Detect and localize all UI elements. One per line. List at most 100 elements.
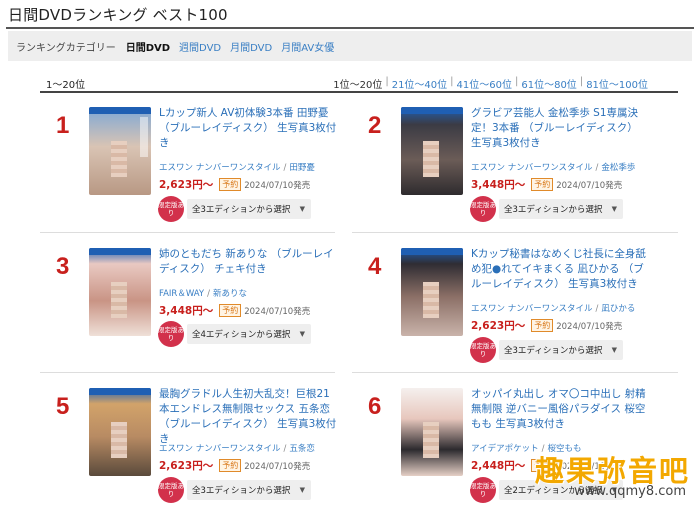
release-date: 2024/07/10発売 — [244, 306, 311, 317]
pager-link-61-80[interactable]: 61位～80位 — [521, 76, 576, 91]
row-divider — [40, 232, 335, 233]
caret-down-icon: ▼ — [611, 346, 617, 354]
actress-link[interactable]: 新ありな — [213, 289, 247, 299]
ranking-item: 1 Lカップ新人 AV初体験3本番 田野憂 （ブルーレイディスク） 生写真3枚付… — [40, 94, 340, 224]
price-line: 2,623円～予約 2024/07/10発売 — [471, 319, 623, 332]
maker-link[interactable]: エスワン ナンバーワンスタイル — [471, 304, 593, 314]
caret-down-icon: ▼ — [299, 205, 305, 213]
caret-down-icon: ▼ — [299, 486, 305, 494]
category-weekly-dvd[interactable]: 週間DVD — [179, 39, 221, 54]
rank-number: 6 — [368, 393, 382, 420]
caret-down-icon: ▼ — [611, 205, 617, 213]
ranking-item: 4 Kカップ秘書はなめくじ社長に全身舐め犯●れてイキまくる 凪ひかる （ブルーレ… — [352, 235, 652, 365]
bluray-band — [89, 107, 151, 114]
current-range: 1～20位 — [46, 80, 86, 91]
pager-link-81-100[interactable]: 81位～100位 — [586, 76, 648, 91]
reserve-badge: 予約 — [219, 459, 242, 472]
ranking-category-bar: ランキングカテゴリー 日間DVD 週間DVD 月間DVD 月間AV女優 — [8, 31, 692, 61]
price: 2,623円 — [159, 460, 203, 472]
price-line: 3,448円～予約 2024/07/10発売 — [159, 304, 311, 317]
ranking-item: 5 最胸グラドル人生初大乱交！巨根21本エンドレス無制限セックス 五条恋 （ブル… — [40, 375, 340, 505]
edition-select[interactable]: 全3エディションから選択 ▼ — [499, 199, 623, 219]
category-monthly-dvd[interactable]: 月間DVD — [230, 39, 272, 54]
product-meta: FAIR＆WAY / 新ありな — [159, 289, 248, 299]
title-divider — [6, 27, 694, 29]
rank-number: 5 — [56, 393, 70, 420]
price-line: 3,448円～予約 2024/07/10発売 — [471, 178, 623, 191]
limited-edition-badge: 限定版あり — [470, 196, 496, 222]
mosaic-censor — [423, 141, 439, 177]
edition-select[interactable]: 全3エディションから選択 ▼ — [187, 480, 311, 500]
product-cover-image[interactable] — [89, 388, 151, 476]
pager-link-41-60[interactable]: 41位～60位 — [457, 76, 512, 91]
row-divider — [352, 232, 678, 233]
limited-edition-badge: 限定版あり — [470, 477, 496, 503]
product-title-link[interactable]: グラビア芸能人 金松季歩 S1専属決定！3本番 （ブルーレイディスク） 生写真3… — [471, 106, 649, 151]
reserve-badge: 予約 — [219, 178, 242, 191]
mosaic-censor — [111, 422, 127, 458]
product-title-link[interactable]: 姉のともだち 新ありな （ブルーレイディスク） チェキ付き — [159, 247, 337, 277]
row-divider — [40, 372, 335, 373]
maker-link[interactable]: エスワン ナンバーワンスタイル — [159, 444, 281, 454]
maker-link[interactable]: FAIR＆WAY — [159, 289, 204, 299]
price: 3,448円 — [159, 305, 203, 317]
maker-link[interactable]: エスワン ナンバーワンスタイル — [159, 163, 281, 173]
limited-edition-badge: 限定版あり — [470, 337, 496, 363]
product-cover-image[interactable] — [401, 248, 463, 336]
release-date: 2024/07/10発売 — [556, 321, 623, 332]
product-cover-image[interactable] — [401, 107, 463, 195]
limited-edition-badge: 限定版あり — [158, 321, 184, 347]
category-daily-dvd[interactable]: 日間DVD — [126, 39, 170, 54]
edition-select[interactable]: 全3エディションから選択 ▼ — [499, 340, 623, 360]
row-divider — [352, 372, 678, 373]
rank-number: 4 — [368, 253, 382, 280]
caret-down-icon: ▼ — [299, 330, 305, 338]
mosaic-censor — [111, 141, 127, 177]
category-label: ランキングカテゴリー — [16, 42, 116, 54]
price: 2,448円 — [471, 460, 515, 472]
maker-link[interactable]: エスワン ナンバーワンスタイル — [471, 163, 593, 173]
product-cover-image[interactable] — [401, 388, 463, 476]
mosaic-censor — [423, 422, 439, 458]
ranking-item: 3 姉のともだち 新ありな （ブルーレイディスク） チェキ付き FAIR＆WAY… — [40, 235, 340, 365]
product-cover-image[interactable] — [89, 107, 151, 195]
pager-link-21-40[interactable]: 21位～40位 — [392, 76, 447, 91]
edition-select[interactable]: 全4エディションから選択 ▼ — [187, 324, 311, 344]
actress-link[interactable]: 田野憂 — [289, 163, 315, 173]
product-title-link[interactable]: オッパイ丸出し オマ〇コ中出し 射精無制限 逆バニー風俗パラダイス 桜空もも 生… — [471, 387, 649, 432]
price: 2,623円 — [159, 179, 203, 191]
reserve-badge: 予約 — [531, 178, 554, 191]
actress-link[interactable]: 五条恋 — [289, 444, 315, 454]
price-line: 2,623円～予約 2024/07/10発売 — [159, 459, 311, 472]
actress-link[interactable]: 凪ひかる — [601, 304, 635, 314]
product-title-link[interactable]: 最胸グラドル人生初大乱交！巨根21本エンドレス無制限セックス 五条恋 （ブルーレ… — [159, 387, 337, 447]
price: 2,623円 — [471, 320, 515, 332]
edition-select[interactable]: 全3エディションから選択 ▼ — [187, 199, 311, 219]
list-top-divider — [40, 91, 678, 93]
page-title: 日間DVDランキング ベスト100 — [8, 6, 228, 24]
product-meta: エスワン ナンバーワンスタイル / 五条恋 — [159, 444, 315, 454]
product-title-link[interactable]: Kカップ秘書はなめくじ社長に全身舐め犯●れてイキまくる 凪ひかる （ブルーレイデ… — [471, 247, 649, 292]
maker-link[interactable]: アイデアポケット — [471, 444, 539, 454]
product-title-link[interactable]: Lカップ新人 AV初体験3本番 田野憂 （ブルーレイディスク） 生写真3枚付き — [159, 106, 337, 151]
rank-number: 2 — [368, 112, 382, 139]
pager-link-1-20[interactable]: 1位～20位 — [333, 76, 382, 91]
category-monthly-actress[interactable]: 月間AV女優 — [281, 39, 334, 54]
reserve-badge: 予約 — [531, 319, 554, 332]
product-meta: エスワン ナンバーワンスタイル / 凪ひかる — [471, 304, 636, 314]
actress-link[interactable]: 金松季歩 — [601, 163, 635, 173]
price: 3,448円 — [471, 179, 515, 191]
release-date: 2024/07/10発売 — [244, 180, 311, 191]
limited-edition-badge: 限定版あり — [158, 196, 184, 222]
release-date: 2024/07/10発売 — [244, 461, 311, 472]
product-cover-image[interactable] — [89, 248, 151, 336]
watermark-url: www.qqmy8.com — [574, 484, 686, 499]
mosaic-censor — [111, 282, 127, 318]
product-meta: エスワン ナンバーワンスタイル / 金松季歩 — [471, 163, 636, 173]
mosaic-censor — [423, 282, 439, 318]
ranking-item: 2 グラビア芸能人 金松季歩 S1専属決定！3本番 （ブルーレイディスク） 生写… — [352, 94, 652, 224]
release-date: 2024/07/10発売 — [556, 180, 623, 191]
pager: 1位～20位 | 21位～40位 | 41位～60位 | 61位～80位 | 81位～1… — [333, 76, 648, 91]
rank-number: 3 — [56, 253, 70, 280]
rank-number: 1 — [56, 112, 70, 139]
